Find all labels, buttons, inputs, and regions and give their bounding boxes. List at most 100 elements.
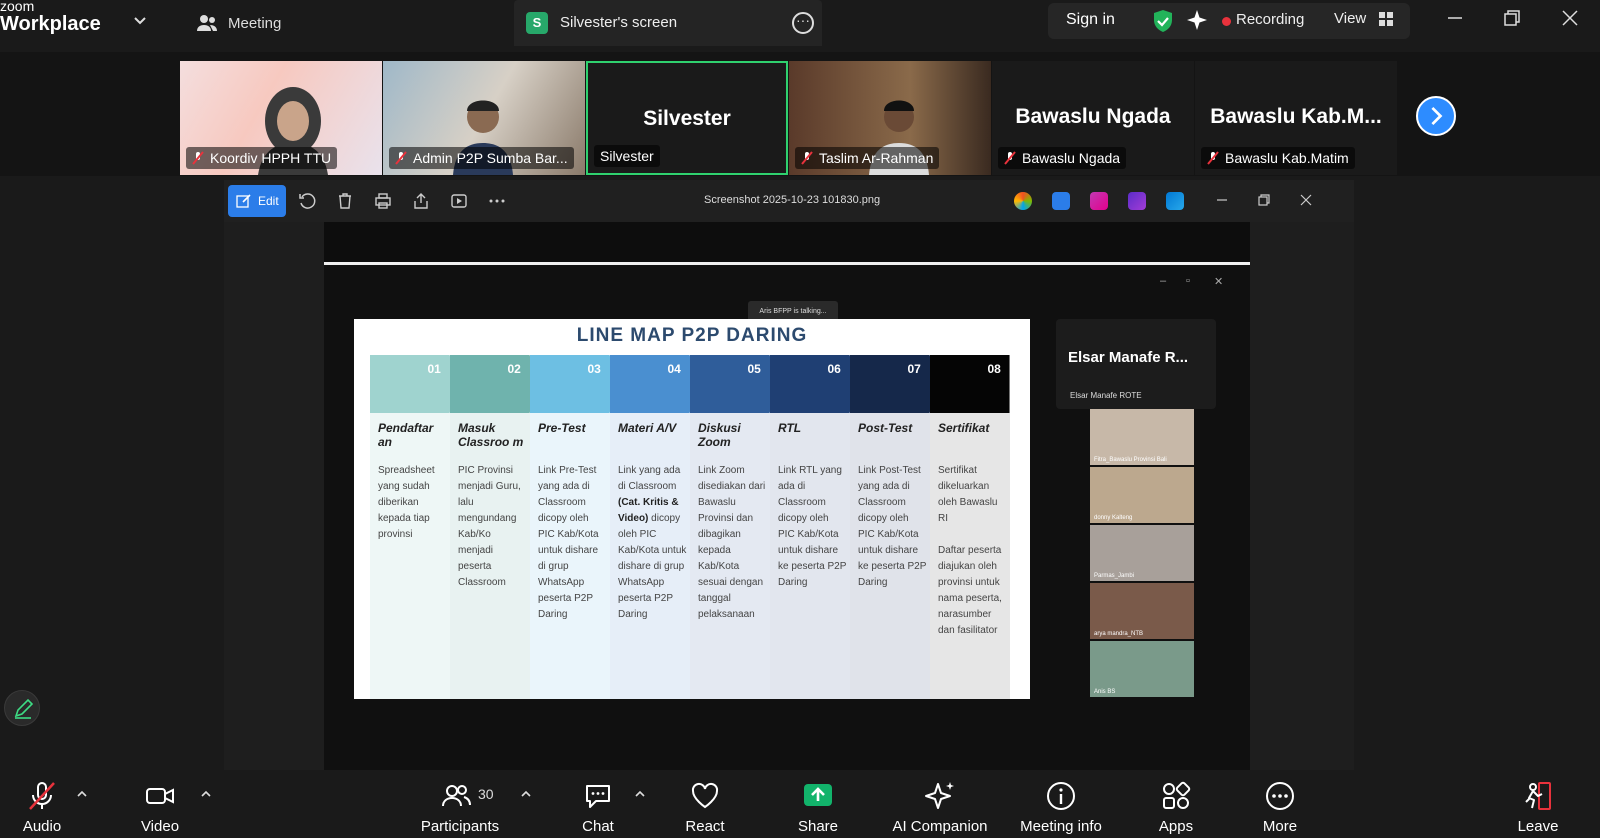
apps-icon (1163, 781, 1191, 809)
speaker-label: Elsar Manafe ROTE (1070, 391, 1142, 400)
apps-button[interactable]: Apps (1146, 780, 1206, 835)
shield-icon[interactable] (1152, 9, 1174, 33)
video-button[interactable]: Video (130, 780, 190, 835)
participant-name: Admin P2P Sumba Bar... (389, 147, 574, 169)
chat-button[interactable]: Chat (568, 780, 628, 835)
step-number: 01 (427, 362, 441, 376)
leave-button[interactable]: Leave (1508, 780, 1568, 835)
header-right-group: Sign in Recording View (1048, 3, 1410, 39)
participant-name: Koordiv HPPH TTU (186, 147, 338, 169)
close-icon[interactable] (1558, 6, 1582, 30)
slide-column: 08 Sertifikat Sertifikat dikeluarkan oleh … (930, 355, 1010, 699)
step-number: 04 (667, 362, 681, 376)
inner-restore-icon: ▫ (1186, 275, 1190, 287)
slide-column: 03 Pre-Test Link Pre-Test yang ada di Clas… (530, 355, 620, 699)
step-title: Materi A/V (618, 421, 677, 435)
mini-label: donny Kalteng (1094, 515, 1133, 521)
meeting-menu[interactable]: Meeting (196, 12, 281, 34)
participant-tile[interactable]: Admin P2P Sumba Bar... (383, 61, 585, 175)
participant-tile[interactable]: Taslim Ar-Rahman (789, 61, 991, 175)
edit-icon (236, 194, 251, 208)
ai-companion-label: AI Companion (892, 818, 988, 835)
recording-dot-icon (1222, 17, 1231, 26)
image-canvas: – ▫ ✕ Aris BFPP is talking... LINE MAP P… (324, 222, 1250, 770)
share-screen-icon (804, 784, 832, 806)
view-button[interactable]: View (1334, 10, 1366, 27)
grid-icon[interactable] (1378, 11, 1394, 27)
react-button[interactable]: React (675, 780, 735, 835)
viewer-close-icon[interactable] (1298, 192, 1314, 208)
minimize-icon[interactable] (1443, 6, 1467, 30)
mic-off-icon (801, 151, 813, 165)
mini-video: Fitra_Bawaslu Provinsi Bali (1090, 409, 1194, 465)
slide-column: 06 RTL Link RTL yang ada di Classroom dico… (770, 355, 860, 699)
speaker-name: Elsar Manafe R... (1068, 349, 1189, 366)
sparkle-icon (925, 782, 954, 809)
sparkle-icon[interactable] (1186, 9, 1208, 31)
onedrive-icon[interactable] (1166, 192, 1184, 210)
participants-button[interactable]: Participants (410, 780, 510, 835)
slide-column: 07 Post-Test Link Post-Test yang ada di Cl… (850, 355, 940, 699)
viewer-minimize-icon[interactable] (1214, 192, 1230, 208)
file-name: Screenshot 2025-10-23 101830.png (704, 194, 881, 206)
participant-tile[interactable]: Bawaslu Ngada Bawaslu Ngada (992, 61, 1194, 175)
brand-line1: zoom (0, 0, 35, 14)
chat-icon (586, 785, 610, 808)
mini-video: Anis BS (1090, 641, 1194, 697)
meeting-info-button[interactable]: Meeting info (1016, 780, 1106, 835)
audio-button[interactable]: Audio (12, 780, 72, 835)
edit-button[interactable]: Edit (228, 185, 286, 217)
share-button[interactable]: Share (788, 780, 848, 835)
step-chevron (370, 355, 460, 413)
clip-icon[interactable] (1128, 192, 1146, 210)
mini-label: arya mandra_NTB (1094, 631, 1144, 637)
restore-icon[interactable] (1500, 6, 1524, 30)
share-tab[interactable]: S Silvester's screen ··· (514, 0, 822, 46)
ai-companion-button[interactable]: AI Companion (890, 780, 990, 835)
step-chevron (450, 355, 540, 413)
chevron-up-icon[interactable] (520, 788, 532, 800)
slide-column: 04 Materi A/V Link yang ada di Classroom (… (610, 355, 700, 699)
edit-label: Edit (258, 194, 279, 208)
meeting-info-label: Meeting info (1020, 818, 1102, 835)
rotate-icon[interactable] (298, 192, 316, 210)
chevron-up-icon[interactable] (76, 788, 88, 800)
delete-icon[interactable] (336, 192, 354, 210)
recording-label[interactable]: Recording (1236, 11, 1304, 28)
annotate-button[interactable] (4, 690, 40, 726)
inner-minimize-icon: – (1160, 275, 1167, 287)
designer-icon[interactable] (1052, 192, 1070, 210)
chevron-down-icon[interactable] (132, 12, 148, 28)
step-title: Masuk Classroo m (458, 421, 524, 449)
participant-tile-active[interactable]: Silvester Silvester (586, 61, 788, 175)
mini-video: donny Kalteng (1090, 467, 1194, 523)
share-file-icon[interactable] (412, 192, 430, 210)
more-icon[interactable] (488, 192, 506, 210)
participant-tile[interactable]: Koordiv HPPH TTU (180, 61, 382, 175)
next-page-button[interactable] (1416, 96, 1456, 136)
brand-line2: Workplace (0, 13, 101, 35)
step-chevron (770, 355, 860, 413)
react-label: React (685, 818, 725, 835)
slideshow-icon[interactable] (450, 192, 468, 210)
more-options-icon[interactable]: ··· (792, 12, 814, 34)
step-description: Sertifikat dikeluarkan oleh Bawaslu RI D… (938, 465, 1002, 636)
print-icon[interactable] (374, 192, 392, 210)
more-button[interactable]: More (1250, 780, 1310, 835)
inner-close-icon: ✕ (1214, 276, 1224, 288)
step-description-text: dicopy oleh PIC Kab/Kota untuk dishare d… (618, 513, 687, 620)
clipchamp-icon[interactable] (1090, 192, 1108, 210)
step-title: Sertifikat (938, 421, 990, 435)
participant-name: Taslim Ar-Rahman (795, 147, 940, 169)
participant-tile[interactable]: Bawaslu Kab.M... Bawaslu Kab.Matim (1195, 61, 1397, 175)
chevron-up-icon[interactable] (200, 788, 212, 800)
mic-off-icon (192, 151, 204, 165)
participant-name-text: Bawaslu Kab.Matim (1225, 150, 1349, 166)
participants-icon (442, 785, 471, 807)
signin-button[interactable]: Sign in (1066, 11, 1115, 29)
participant-name: Bawaslu Ngada (998, 147, 1127, 169)
slide-column: 05 Diskusi Zoom Link Zoom disediakan dari … (690, 355, 780, 699)
chevron-up-icon[interactable] (634, 788, 646, 800)
viewer-restore-icon[interactable] (1256, 192, 1272, 208)
copilot-icon[interactable] (1014, 192, 1032, 210)
